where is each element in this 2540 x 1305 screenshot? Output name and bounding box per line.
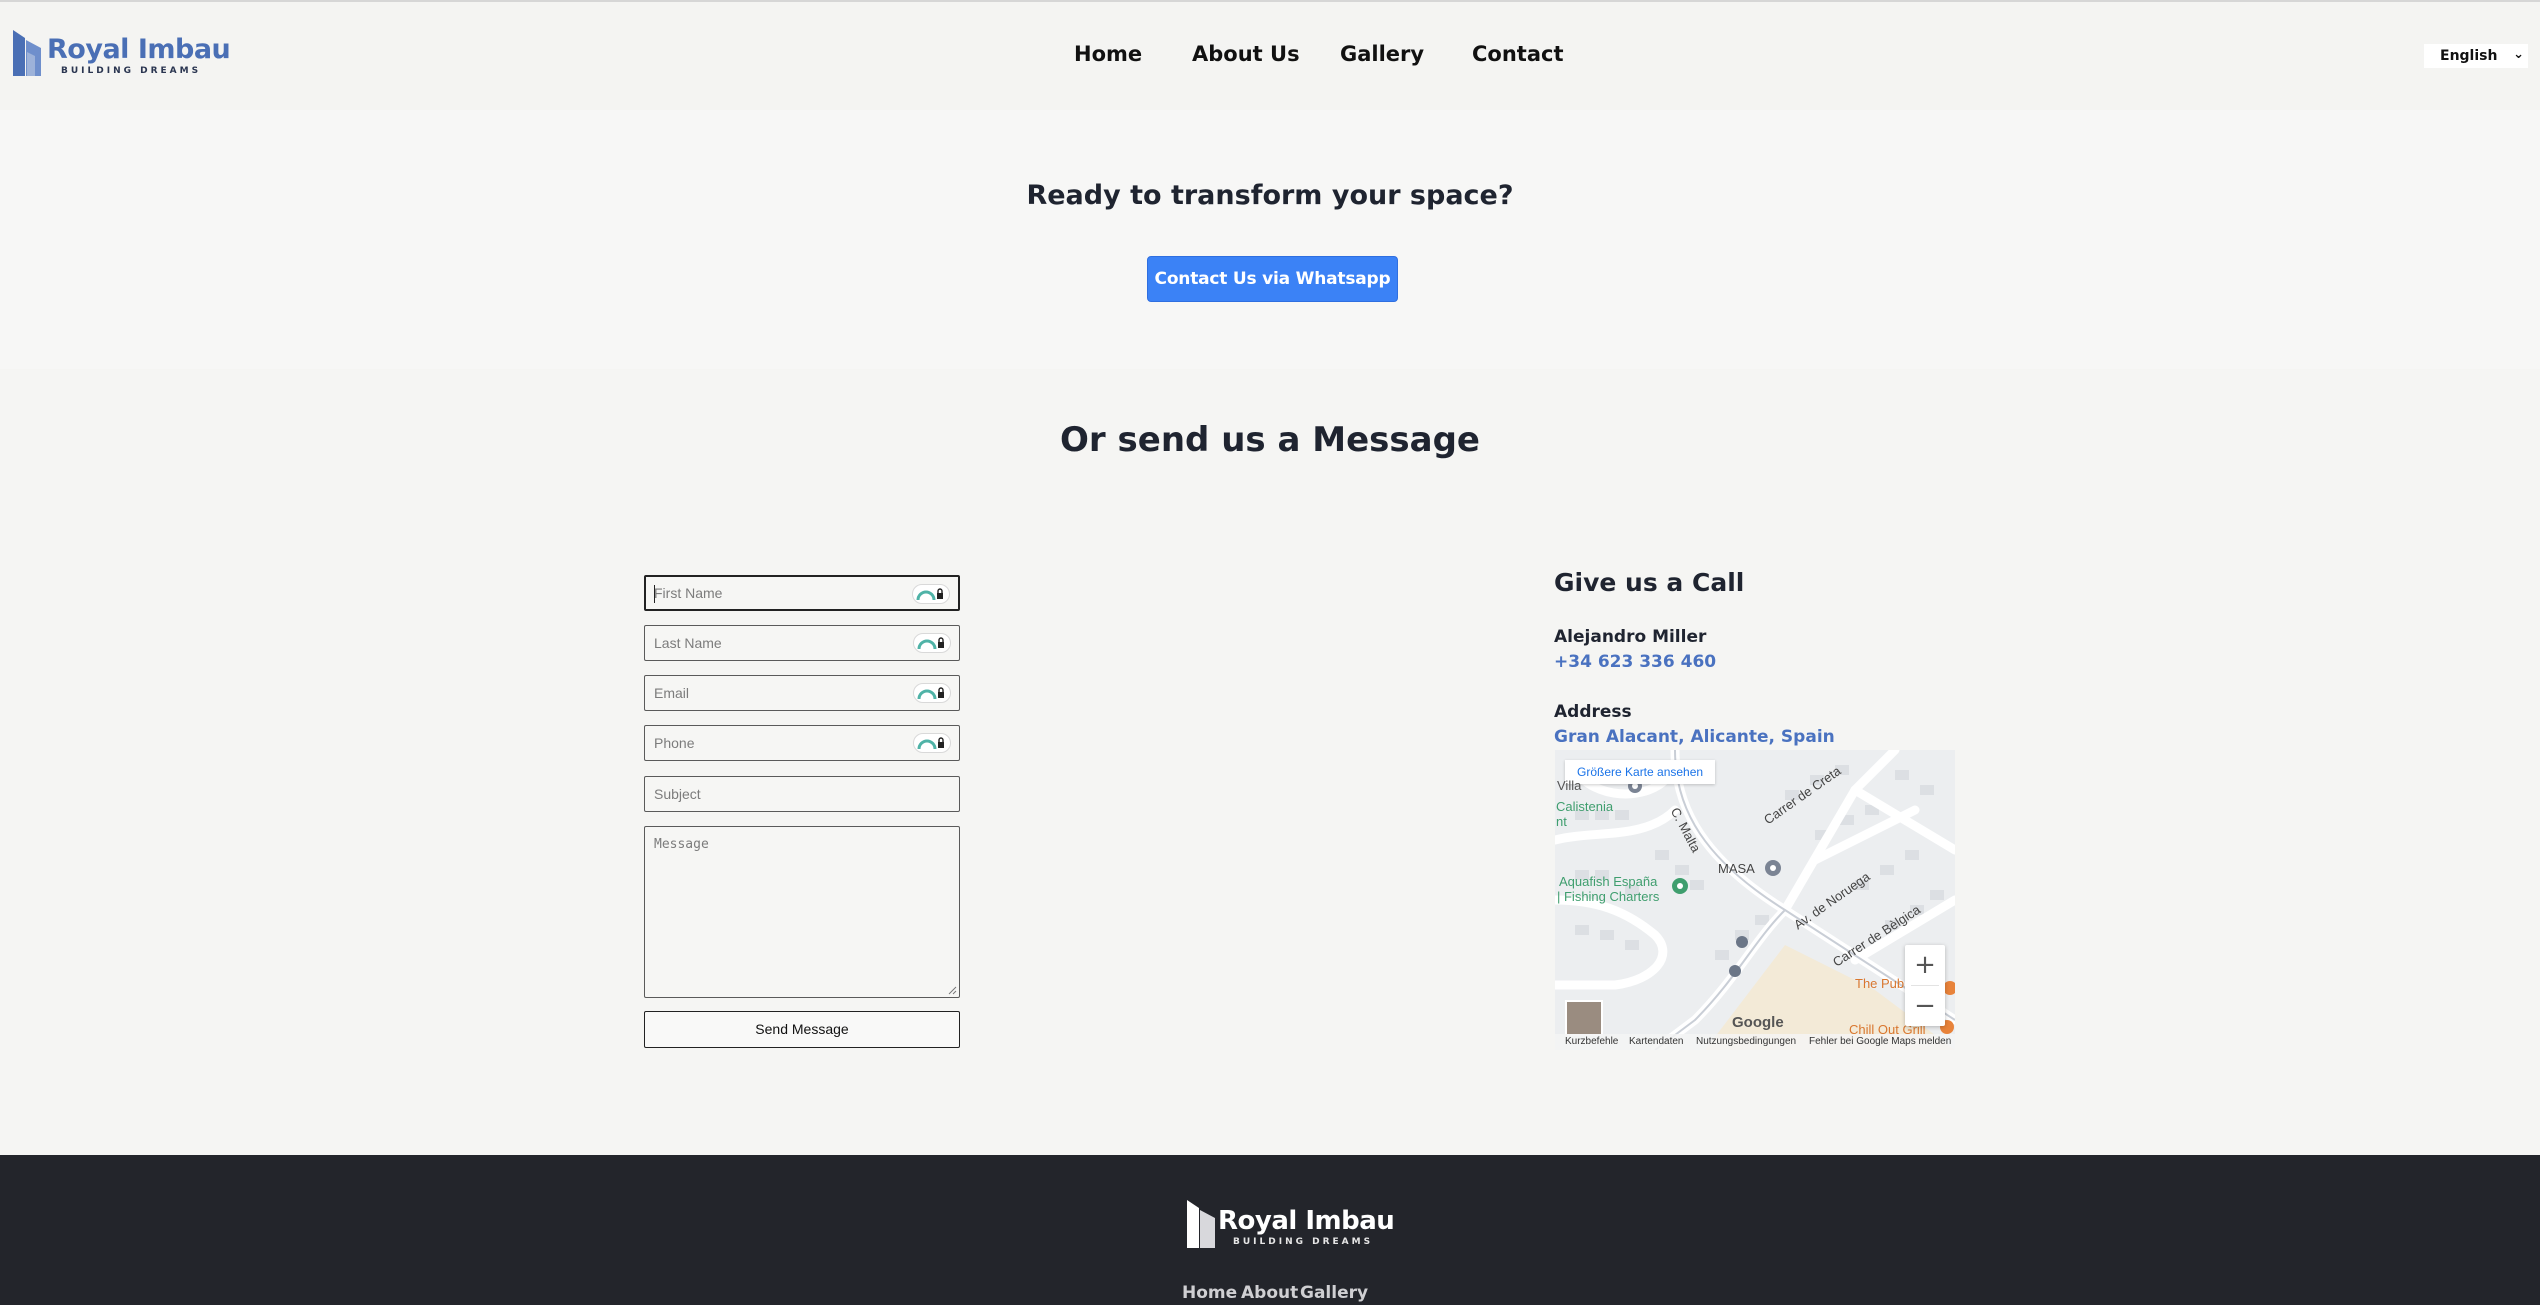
map-label: Villa (1557, 778, 1582, 793)
language-selected: English (2440, 48, 2498, 64)
nav-home[interactable]: Home (1074, 42, 1142, 66)
subject-placeholder: Subject (654, 786, 701, 802)
brand-name: Royal Imbau (47, 34, 231, 65)
brand-logo[interactable]: Royal Imbau BUILDING DREAMS (13, 30, 231, 78)
password-manager-icon (916, 588, 943, 601)
footer-logo[interactable]: Royal Imbau BUILDING DREAMS (1187, 1200, 1395, 1250)
email-input[interactable]: Email (644, 675, 960, 711)
message-textarea[interactable]: Message (644, 826, 960, 998)
footer-nav-home[interactable]: Home (1182, 1283, 1237, 1303)
email-placeholder: Email (654, 685, 690, 701)
password-manager-icon (917, 737, 944, 750)
whatsapp-contact-button[interactable]: Contact Us via Whatsapp (1147, 256, 1398, 302)
site-header: Royal Imbau BUILDING DREAMS Home About U… (0, 2, 2540, 110)
map-label: Aquafish España (1559, 874, 1658, 889)
address-label: Address (1554, 702, 1632, 722)
larger-map-link[interactable]: Größere Karte ansehen (1565, 760, 1716, 784)
map-zoom-controls: + − (1905, 945, 1945, 1026)
map-report-link[interactable]: Fehler bei Google Maps melden (1809, 1034, 1951, 1050)
phone-placeholder: Phone (654, 735, 695, 751)
password-manager-icon (917, 637, 944, 650)
password-manager-badge[interactable] (913, 683, 951, 703)
nav-gallery[interactable]: Gallery (1340, 42, 1424, 66)
satellite-toggle[interactable] (1565, 1000, 1603, 1036)
subject-input[interactable]: Subject (644, 776, 960, 812)
footer-nav-gallery[interactable]: Gallery (1300, 1283, 1368, 1303)
password-manager-badge[interactable] (913, 733, 951, 753)
map-data-link[interactable]: Kartendaten (1629, 1034, 1684, 1050)
message-placeholder: Message (654, 837, 709, 852)
map-attribution: Kurzbefehle Kartendaten Nutzungsbedingun… (1555, 1034, 1955, 1050)
call-section-title: Give us a Call (1554, 568, 1745, 597)
send-message-button[interactable]: Send Message (644, 1011, 960, 1048)
message-section-title: Or send us a Message (1060, 420, 1480, 460)
password-manager-badge[interactable] (912, 584, 950, 604)
first-name-placeholder: First Name (654, 585, 723, 601)
footer-brand-name: Royal Imbau (1218, 1206, 1395, 1236)
cta-section: Ready to transform your space? Contact U… (0, 110, 2540, 369)
map-shortcuts-link[interactable]: Kurzbefehle (1565, 1034, 1618, 1050)
contact-person: Alejandro Miller (1554, 627, 1707, 647)
chevron-down-icon: ⌄ (2513, 47, 2524, 62)
building-logo-icon (1187, 1200, 1215, 1248)
google-map[interactable]: Größere Karte ansehen Villa Calistenia n… (1555, 750, 1955, 1050)
map-label: MASA (1718, 861, 1755, 876)
first-name-input[interactable]: First Name (644, 575, 960, 611)
footer-brand-tagline: BUILDING DREAMS (1233, 1237, 1374, 1247)
map-label: The Pub (1855, 976, 1905, 991)
google-logo: Google (1732, 1014, 1784, 1031)
phone-link[interactable]: +34 623 336 460 (1554, 652, 1716, 672)
last-name-input[interactable]: Last Name (644, 625, 960, 661)
zoom-out-button[interactable]: − (1905, 986, 1945, 1026)
password-manager-badge[interactable] (913, 633, 951, 653)
cta-title: Ready to transform your space? (1026, 180, 1514, 211)
map-label: Calistenia (1556, 799, 1614, 814)
nav-contact[interactable]: Contact (1472, 42, 1564, 66)
language-select[interactable]: English ⌄ (2424, 44, 2528, 68)
password-manager-icon (917, 687, 944, 700)
address-link[interactable]: Gran Alacant, Alicante, Spain (1554, 727, 1835, 747)
site-footer: Royal Imbau BUILDING DREAMS Home About G… (0, 1155, 2540, 1305)
map-label: nt (1556, 814, 1567, 829)
resize-grip-icon[interactable] (947, 985, 957, 995)
footer-nav-about[interactable]: About (1241, 1283, 1298, 1303)
nav-about-us[interactable]: About Us (1192, 42, 1300, 66)
brand-tagline: BUILDING DREAMS (61, 66, 202, 76)
building-logo-icon (13, 30, 41, 76)
last-name-placeholder: Last Name (654, 635, 722, 651)
map-label: | Fishing Charters (1557, 889, 1660, 904)
phone-input[interactable]: Phone (644, 725, 960, 761)
zoom-in-button[interactable]: + (1905, 945, 1945, 985)
map-terms-link[interactable]: Nutzungsbedingungen (1696, 1034, 1796, 1050)
